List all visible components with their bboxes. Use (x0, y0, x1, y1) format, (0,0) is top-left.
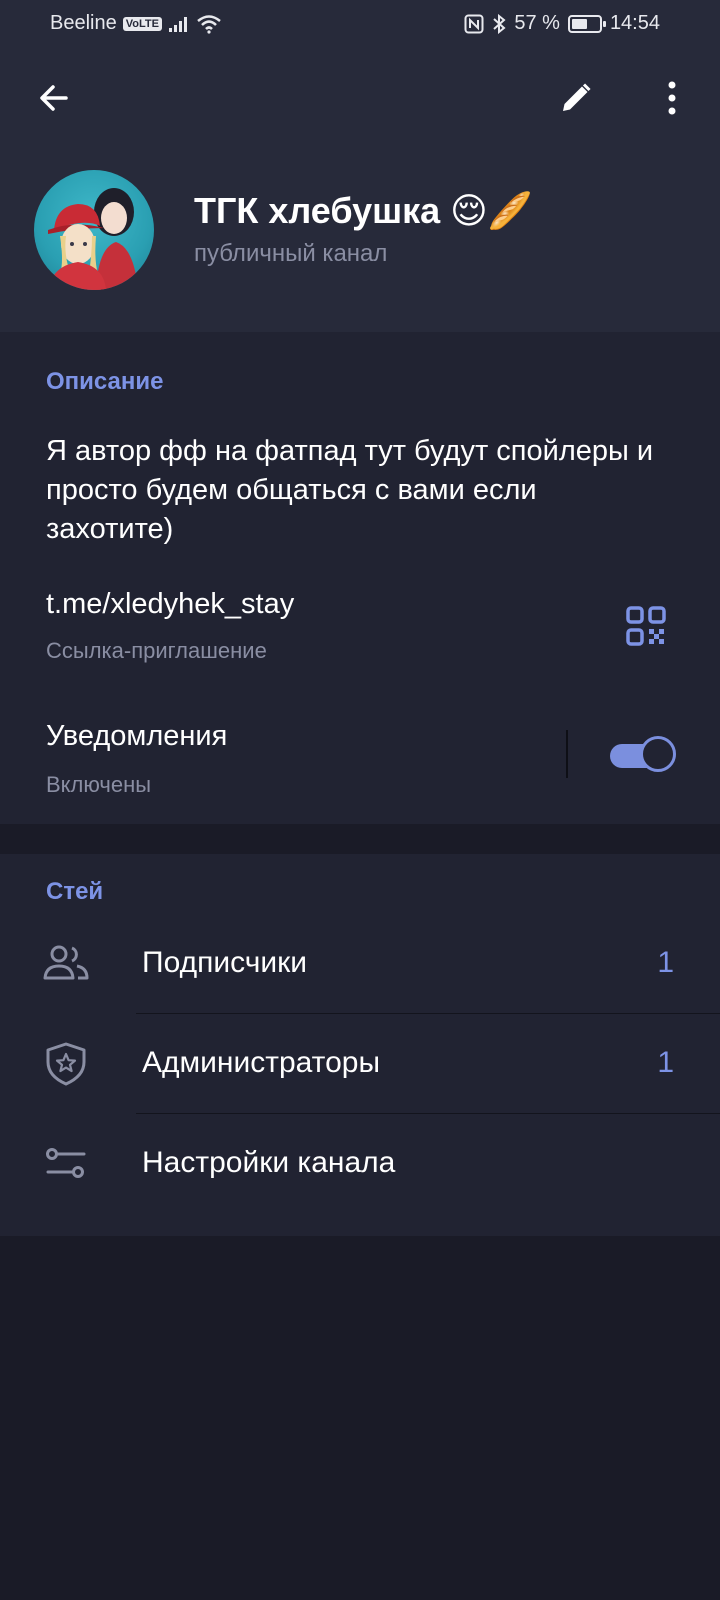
carrier-name: Beeline (50, 12, 117, 34)
channel-title: ТГК хлебушка 😌🥖 (194, 190, 533, 231)
status-bar: Beeline VoLTE 57 % 14:54 (0, 0, 720, 48)
status-bar-left: Beeline VoLTE (50, 12, 222, 35)
manage-section-title: Стей (46, 878, 104, 905)
edit-button[interactable] (548, 70, 604, 126)
notifications-toggle[interactable] (610, 736, 678, 776)
volte-badge: VoLTE (122, 16, 162, 31)
subscribers-label: Подписчики (142, 946, 308, 979)
subscribers-count: 1 (657, 946, 674, 979)
bluetooth-icon (493, 13, 506, 34)
channel-settings-label: Настройки канала (142, 1146, 396, 1179)
channel-header: ТГК хлебушка 😌🥖 публичный канал (0, 48, 720, 332)
description-section-title: Описание (46, 368, 164, 395)
more-vertical-icon (668, 81, 676, 115)
notifications-status: Включены (46, 772, 152, 797)
row-divider (566, 730, 568, 778)
subscribers-row[interactable]: Подписчики 1 (0, 914, 720, 1014)
notifications-label: Уведомления (46, 720, 228, 752)
shield-star-icon (42, 1042, 90, 1086)
admins-row[interactable]: Администраторы 1 (0, 1014, 720, 1114)
admins-count: 1 (657, 1046, 674, 1079)
section-gap (0, 824, 720, 854)
battery-icon (567, 14, 606, 33)
nfc-icon (464, 14, 484, 33)
more-button[interactable] (644, 70, 700, 126)
arrow-left-icon (40, 85, 68, 111)
toggle-knob (640, 736, 676, 772)
invite-link[interactable]: t.me/xledyhek_stay (46, 588, 294, 621)
wifi-icon (197, 14, 221, 34)
channel-description: Я автор фф на фатпад тут будут спойлеры … (46, 435, 654, 545)
signal-icon (168, 16, 187, 32)
back-button[interactable] (26, 70, 82, 126)
pencil-icon (563, 83, 591, 111)
qr-code-button[interactable] (624, 604, 668, 648)
clock: 14:54 (609, 12, 660, 34)
channel-avatar[interactable] (34, 170, 154, 290)
avatar-illustration (48, 188, 138, 290)
qr-code-icon (626, 606, 666, 646)
manage-card: Стей Подписчики 1 Администраторы 1 Настр… (0, 854, 720, 1236)
invite-link-label: Ссылка-приглашение (46, 638, 267, 663)
admins-label: Администраторы (142, 1046, 381, 1079)
channel-settings-row[interactable]: Настройки канала (0, 1114, 720, 1214)
sliders-icon (42, 1142, 90, 1186)
channel-type: публичный канал (194, 240, 388, 267)
status-bar-right: 57 % 14:54 (464, 12, 660, 35)
info-card: Описание Я автор фф на фатпад тут будут … (0, 332, 720, 824)
people-icon (42, 942, 90, 986)
battery-percent: 57 % (514, 12, 560, 34)
